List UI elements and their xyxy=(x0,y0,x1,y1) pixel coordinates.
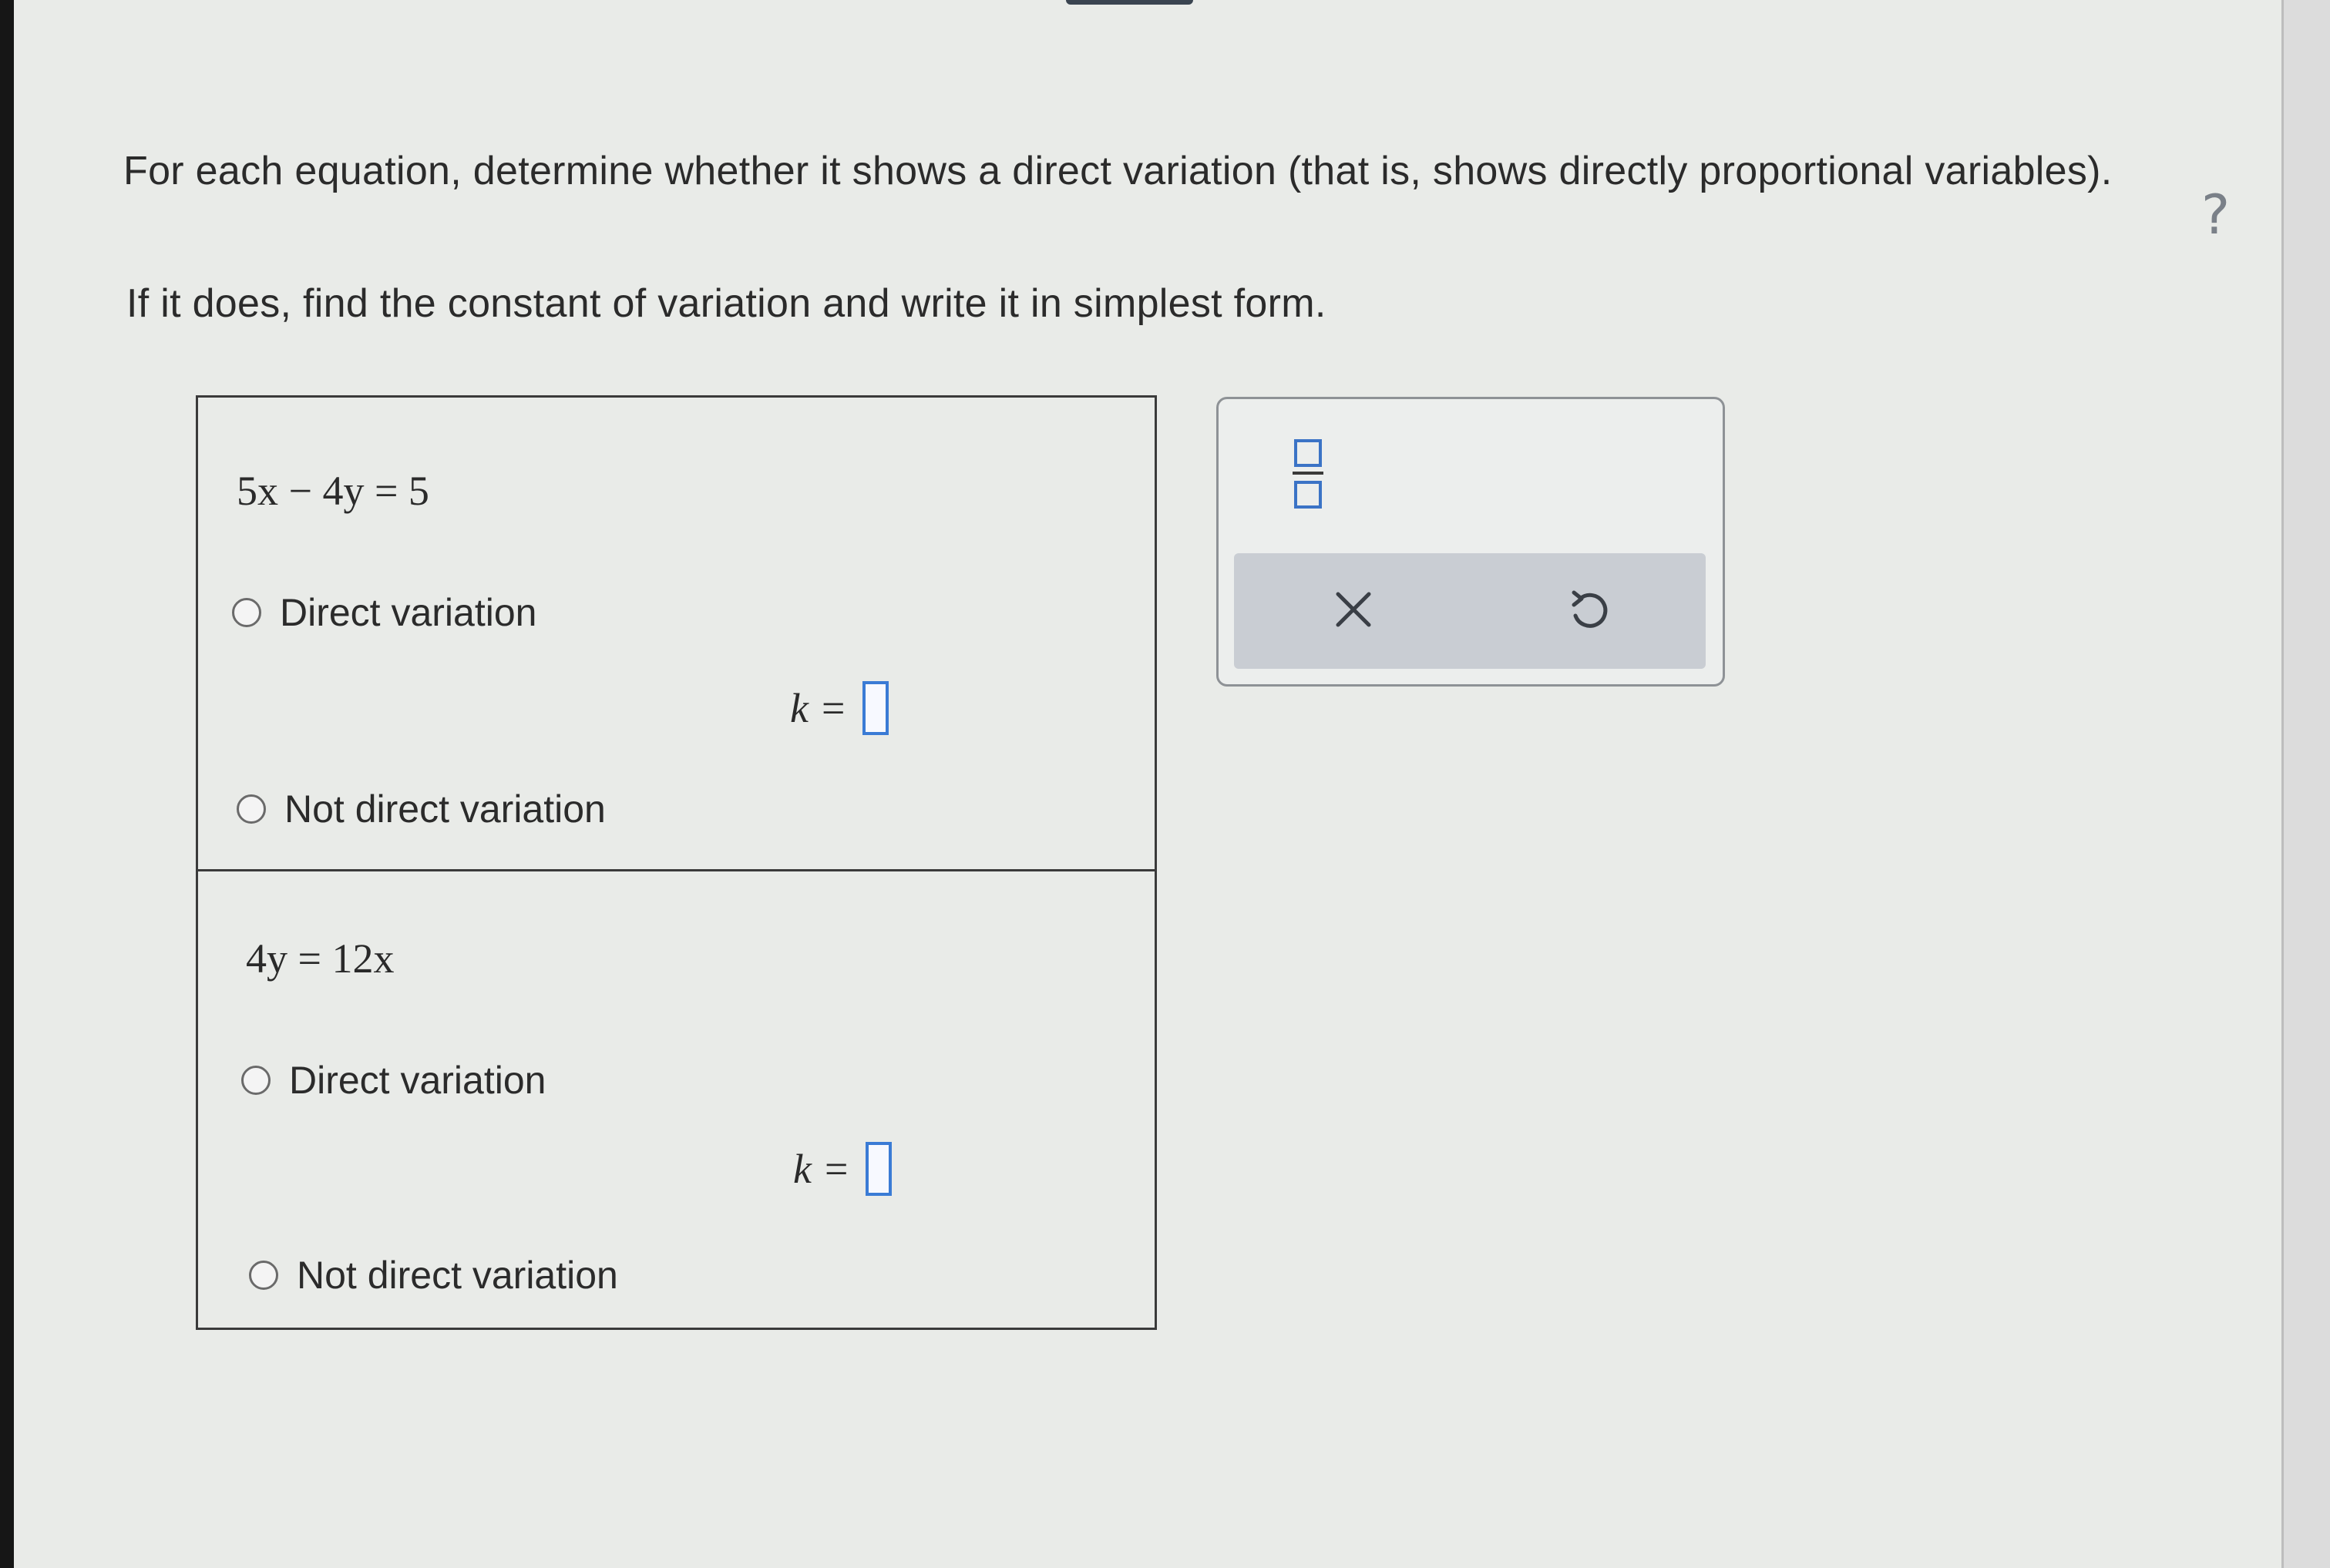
k-label: k = xyxy=(790,685,847,731)
instruction-line-1: For each equation, determine whether it … xyxy=(123,149,2113,193)
problem-table: 5x − 4y = 5 Direct variation k = Not dir… xyxy=(196,395,1157,1330)
radio-direct-variation-2[interactable] xyxy=(241,1066,271,1095)
screen: For each equation, determine whether it … xyxy=(14,0,2330,1568)
top-tab xyxy=(1066,0,1193,5)
math-tools-palette xyxy=(1216,397,1725,687)
option-label: Direct variation xyxy=(289,1059,546,1102)
row-divider xyxy=(198,869,1155,871)
clear-icon[interactable] xyxy=(1326,583,1380,636)
tool-bar xyxy=(1234,553,1706,669)
undo-icon[interactable] xyxy=(1561,583,1615,636)
option-label: Not direct variation xyxy=(297,1254,618,1297)
radio-direct-variation-1[interactable] xyxy=(232,598,261,627)
k-group-1: k = xyxy=(790,681,889,735)
equation-2: 4y = 12x xyxy=(246,935,395,982)
option-direct-variation-2[interactable]: Direct variation xyxy=(241,1058,546,1103)
option-direct-variation-1[interactable]: Direct variation xyxy=(232,590,536,635)
radio-not-direct-variation-2[interactable] xyxy=(249,1261,278,1290)
scrollbar-track[interactable] xyxy=(2281,0,2330,1568)
k-input-1[interactable] xyxy=(862,681,889,735)
k-group-2: k = xyxy=(793,1142,892,1196)
help-icon[interactable]: ? xyxy=(2201,183,2230,247)
option-not-direct-variation-1[interactable]: Not direct variation xyxy=(237,787,606,831)
equation-1: 5x − 4y = 5 xyxy=(237,468,429,514)
k-label: k = xyxy=(793,1146,850,1192)
k-input-2[interactable] xyxy=(865,1142,892,1196)
instruction-line-2: If it does, find the constant of variati… xyxy=(126,281,1326,326)
option-not-direct-variation-2[interactable]: Not direct variation xyxy=(249,1253,618,1298)
option-label: Direct variation xyxy=(280,591,537,634)
fraction-icon[interactable] xyxy=(1293,438,1323,515)
option-label: Not direct variation xyxy=(284,787,606,831)
radio-not-direct-variation-1[interactable] xyxy=(237,794,266,824)
